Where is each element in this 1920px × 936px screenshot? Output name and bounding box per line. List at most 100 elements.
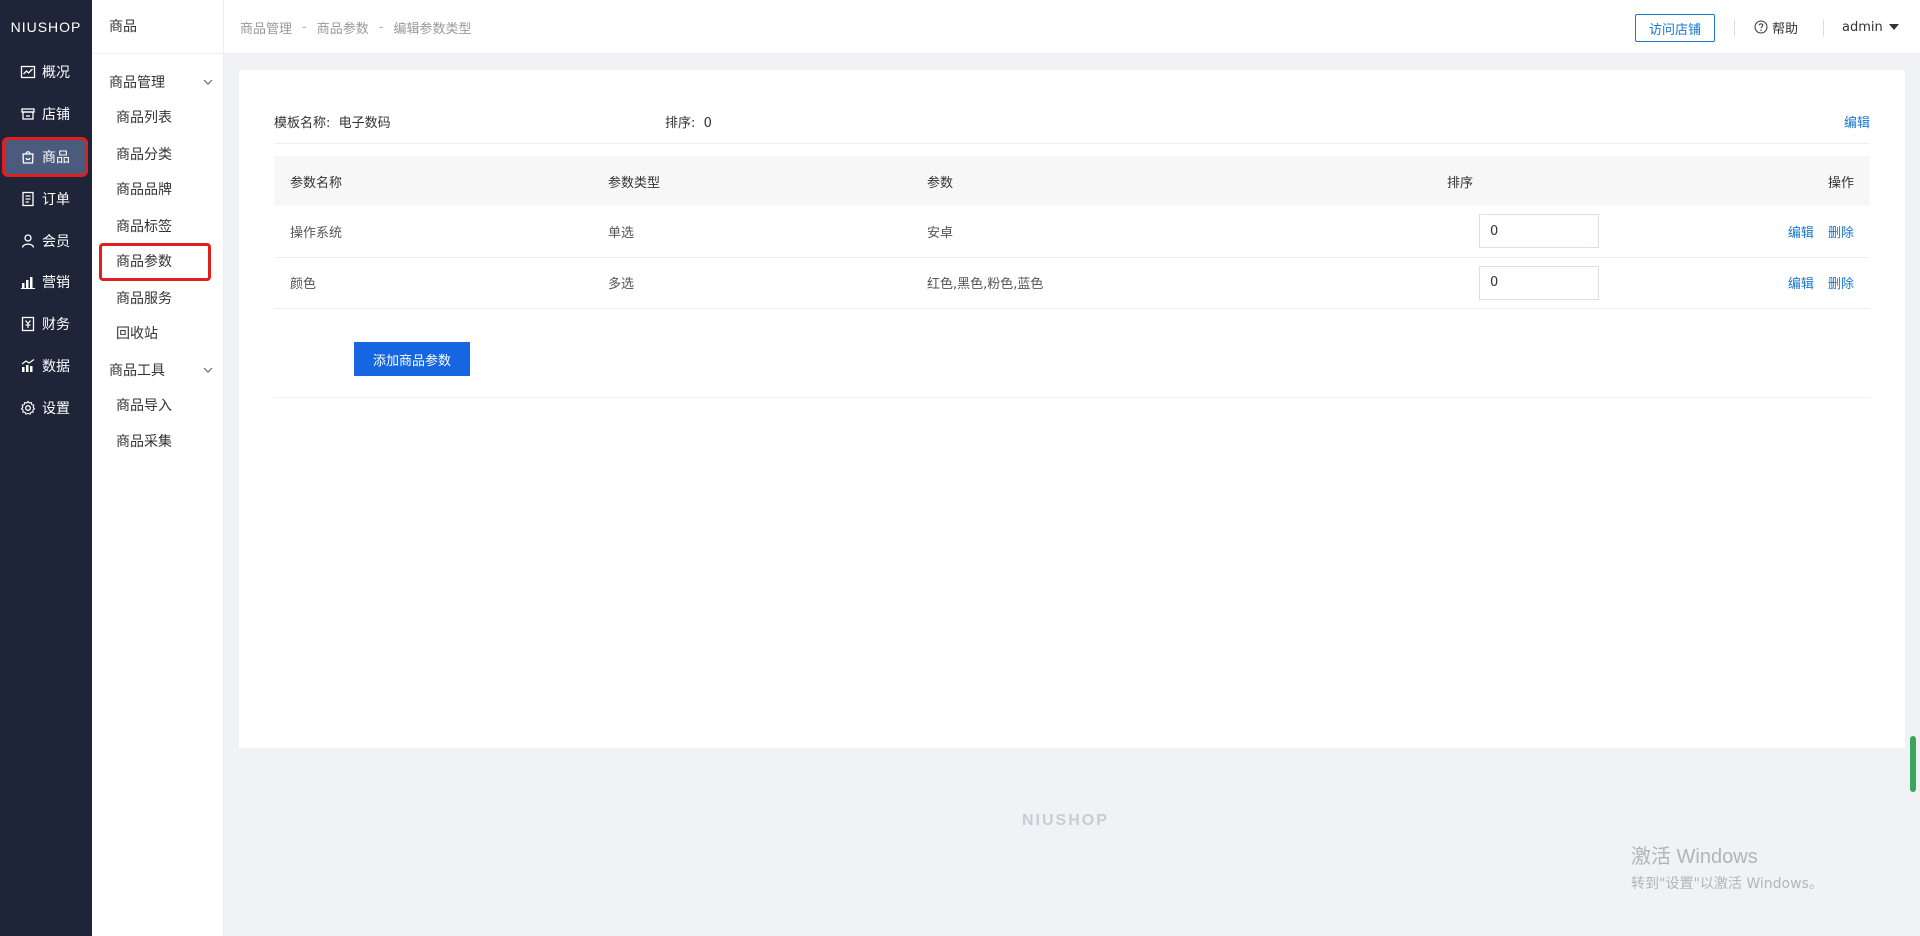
sub-item-goods-brand[interactable]: 商品品牌 — [100, 172, 210, 208]
sort-input[interactable] — [1479, 265, 1599, 300]
template-sort-value: 0 — [703, 116, 712, 131]
breadcrumb-separator: - — [378, 19, 384, 35]
cell-sort — [1431, 206, 1631, 258]
sub-item-goods-tag[interactable]: 商品标签 — [100, 209, 210, 245]
breadcrumb-item[interactable]: 商品参数 — [317, 18, 369, 37]
nav-label: 数据 — [42, 359, 70, 375]
user-icon — [21, 234, 35, 248]
sub-item-goods-list[interactable]: 商品列表 — [100, 100, 210, 136]
nav-item-store[interactable]: 店铺 — [4, 96, 86, 132]
top-bar: 商品管理 - 商品参数 - 编辑参数类型 访问店铺 帮助 admin — [224, 0, 1920, 54]
footer-logo: NIUSHOP — [1022, 812, 1109, 829]
cell-param-name: 操作系统 — [274, 206, 592, 258]
sub-item-goods-params[interactable]: 商品参数 — [99, 243, 211, 281]
edit-link[interactable]: 编辑 — [1788, 277, 1814, 292]
template-name-label: 模板名称: — [274, 116, 331, 131]
help-label: 帮助 — [1772, 21, 1799, 37]
sub-nav: 商品 商品管理 商品列表 商品分类 商品品牌 商品标签 商品参数 商品服务 回收… — [92, 0, 224, 936]
user-name: admin — [1842, 19, 1883, 35]
main-card: 模板名称: 电子数码 排序: 0 编辑 参数名称 参数类型 参数 排序 操作 操… — [239, 70, 1905, 748]
help-link[interactable]: 帮助 — [1754, 0, 1798, 54]
table-row: 颜色 多选 红色,黑色,粉色,蓝色 编辑 删除 — [274, 257, 1870, 309]
cell-actions: 编辑 删除 — [1631, 257, 1870, 309]
cell-param-values: 安卓 — [911, 206, 1431, 258]
sub-item-goods-service[interactable]: 商品服务 — [100, 281, 210, 317]
nav-label: 商品 — [42, 150, 70, 166]
group-goods-tools[interactable]: 商品工具 — [109, 360, 214, 380]
params-table: 参数名称 参数类型 参数 排序 操作 操作系统 单选 安卓 编辑 删除 — [274, 156, 1870, 309]
cell-param-values: 红色,黑色,粉色,蓝色 — [911, 257, 1431, 309]
scrollbar-thumb[interactable] — [1910, 736, 1916, 792]
header-param-values: 参数 — [911, 156, 1431, 206]
caret-down-icon — [1888, 24, 1899, 30]
nav-label: 概况 — [42, 65, 70, 81]
user-menu[interactable]: admin — [1842, 0, 1899, 54]
group-goods-management[interactable]: 商品管理 — [109, 72, 214, 92]
breadcrumb-item-current: 编辑参数类型 — [393, 21, 472, 37]
nav-label: 设置 — [42, 401, 70, 417]
header-sort: 排序 — [1431, 156, 1631, 206]
nav-item-members[interactable]: 会员 — [4, 223, 86, 259]
main-nav: NIUSHOP 概况 店铺 商品 订单 会员 营销 财务 数据 设置 — [0, 0, 92, 936]
divider — [1823, 20, 1824, 36]
nav-item-settings[interactable]: 设置 — [4, 390, 86, 426]
nav-label: 营销 — [42, 275, 70, 291]
template-sort-label: 排序: — [665, 116, 696, 131]
nav-item-orders[interactable]: 订单 — [4, 181, 86, 217]
watermark-line2: 转到"设置"以激活 Windows。 — [1631, 876, 1823, 892]
group-title-label: 商品管理 — [109, 75, 165, 91]
data-icon — [21, 359, 35, 372]
template-name: 模板名称: 电子数码 — [274, 112, 391, 131]
cell-param-type: 多选 — [592, 257, 911, 309]
cell-param-type: 单选 — [592, 206, 911, 258]
gear-icon — [20, 400, 36, 415]
group-title-label: 商品工具 — [109, 363, 165, 379]
delete-link[interactable]: 删除 — [1828, 277, 1854, 292]
breadcrumb: 商品管理 - 商品参数 - 编辑参数类型 — [240, 0, 471, 54]
sub-item-goods-collect[interactable]: 商品采集 — [100, 424, 210, 460]
cell-actions: 编辑 删除 — [1631, 206, 1870, 258]
sub-item-goods-category[interactable]: 商品分类 — [100, 137, 210, 173]
add-row: 添加商品参数 — [274, 322, 1870, 398]
nav-label: 店铺 — [42, 107, 70, 123]
nav-item-finance[interactable]: 财务 — [4, 306, 86, 342]
nav-label: 财务 — [42, 317, 70, 333]
nav-item-goods[interactable]: 商品 — [2, 137, 88, 177]
breadcrumb-separator: - — [302, 19, 307, 35]
template-sort: 排序: 0 — [665, 112, 712, 131]
delete-link[interactable]: 删除 — [1828, 226, 1854, 241]
nav-label: 订单 — [42, 192, 70, 208]
question-circle-icon — [1754, 20, 1768, 34]
bar-chart-icon — [21, 277, 35, 289]
bag-icon — [22, 151, 34, 164]
table-header: 参数名称 参数类型 参数 排序 操作 — [274, 156, 1870, 206]
divider — [1734, 20, 1735, 36]
sub-item-recycle-bin[interactable]: 回收站 — [100, 316, 210, 352]
windows-activation-watermark: 激活 Windows 转到"设置"以激活 Windows。 — [1631, 840, 1823, 893]
nav-label: 会员 — [42, 234, 70, 250]
chart-icon — [20, 65, 36, 79]
edit-link[interactable]: 编辑 — [1788, 226, 1814, 241]
header-param-name: 参数名称 — [274, 156, 592, 206]
nav-item-marketing[interactable]: 营销 — [4, 264, 86, 300]
header-param-type: 参数类型 — [592, 156, 911, 206]
order-icon — [22, 191, 34, 207]
sort-input[interactable] — [1479, 214, 1599, 249]
visit-store-button[interactable]: 访问店铺 — [1635, 14, 1715, 42]
brand-logo[interactable]: NIUSHOP — [0, 0, 92, 54]
cell-sort — [1431, 257, 1631, 309]
store-icon — [21, 108, 35, 120]
template-info: 模板名称: 电子数码 排序: 0 编辑 — [274, 112, 1870, 144]
breadcrumb-item[interactable]: 商品管理 — [240, 18, 292, 37]
nav-item-data[interactable]: 数据 — [4, 348, 86, 384]
finance-icon — [21, 316, 35, 332]
sub-nav-title: 商品 — [92, 0, 223, 54]
nav-item-overview[interactable]: 概况 — [4, 54, 86, 90]
watermark-line1: 激活 Windows — [1631, 846, 1758, 868]
edit-template-link[interactable]: 编辑 — [1844, 112, 1870, 131]
add-param-button[interactable]: 添加商品参数 — [354, 342, 470, 376]
cell-param-name: 颜色 — [274, 257, 592, 309]
sub-item-goods-import[interactable]: 商品导入 — [100, 388, 210, 424]
table-row: 操作系统 单选 安卓 编辑 删除 — [274, 206, 1870, 258]
chevron-down-icon — [203, 79, 213, 85]
